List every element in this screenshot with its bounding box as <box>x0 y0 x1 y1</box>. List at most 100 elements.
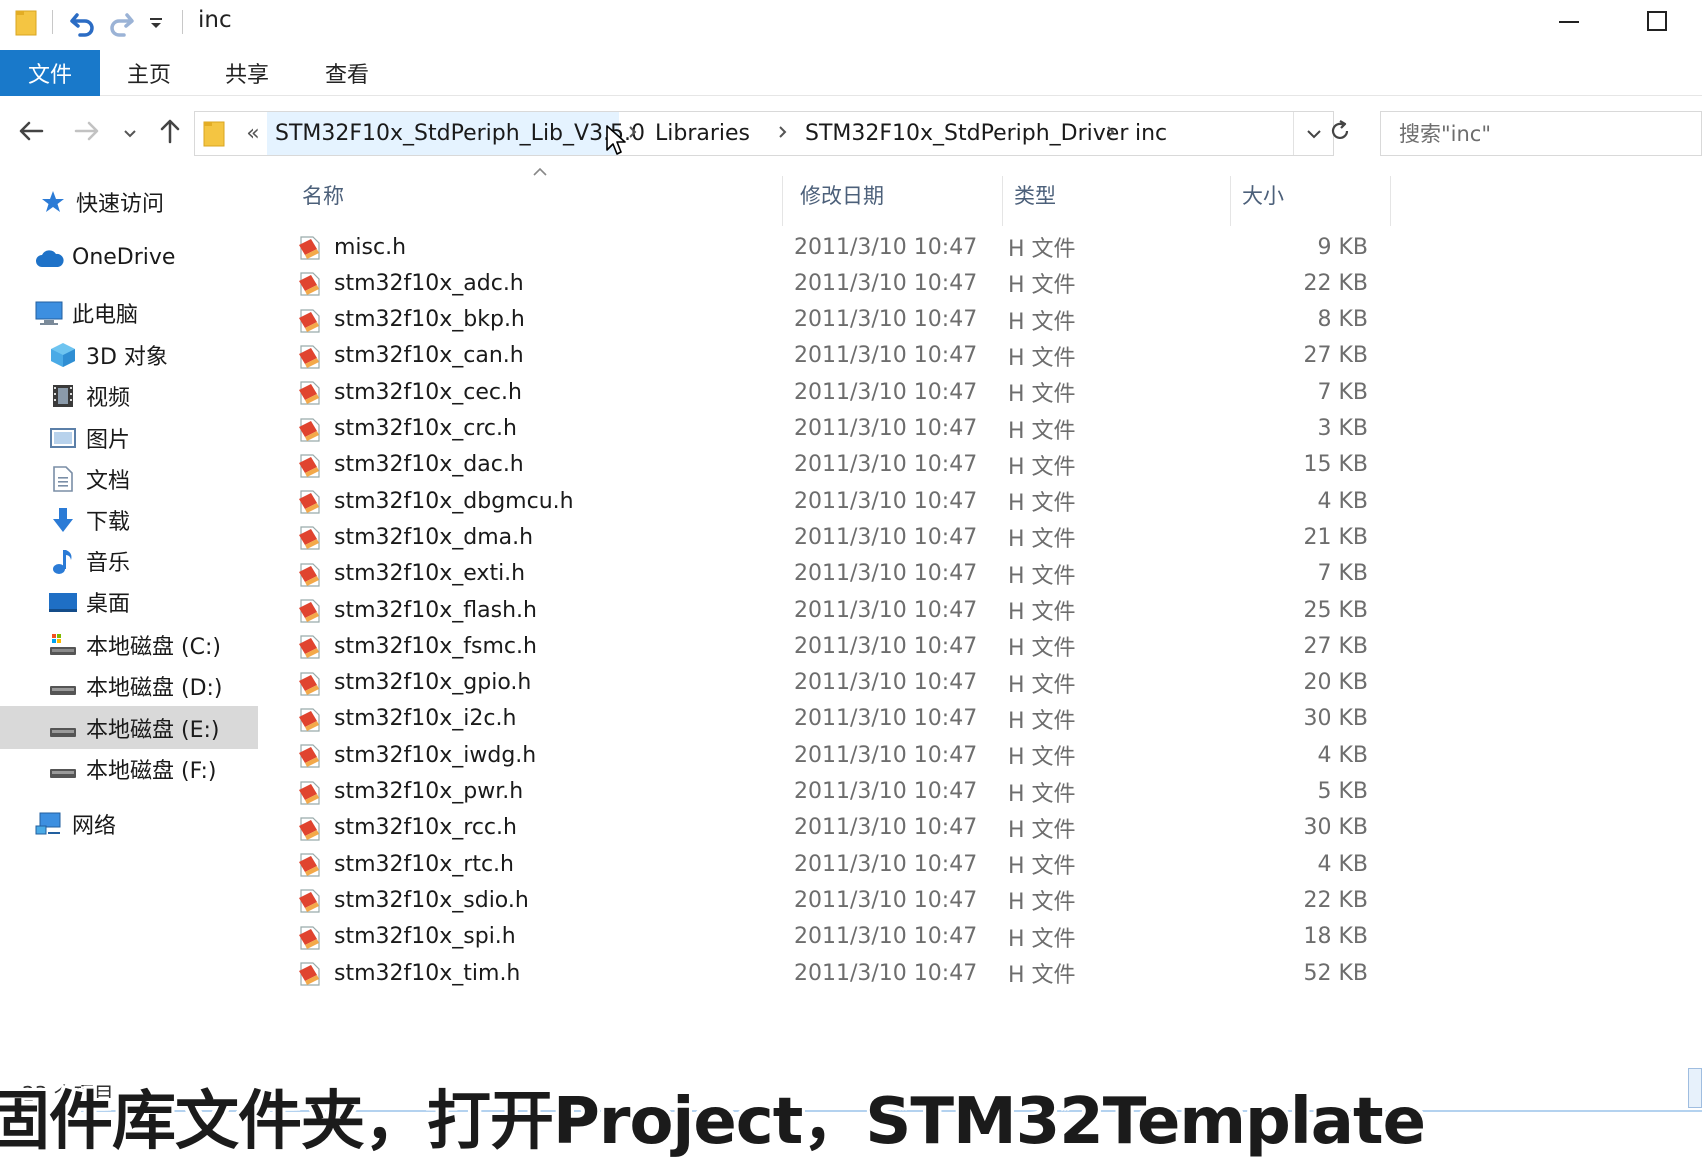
nav-onedrive[interactable]: OneDrive <box>0 236 258 279</box>
column-divider[interactable] <box>1002 176 1003 226</box>
file-row[interactable]: stm32f10x_can.h 2011/3/10 10:47 H 文件 27 KB <box>288 337 1390 375</box>
file-name: stm32f10x_exti.h <box>334 561 526 587</box>
back-button[interactable] <box>10 112 52 154</box>
nav-documents[interactable]: 文档 <box>0 457 258 500</box>
column-divider[interactable] <box>1230 176 1231 226</box>
forward-button[interactable] <box>66 112 108 154</box>
file-row[interactable]: stm32f10x_flash.h 2011/3/10 10:47 H 文件 25 K… <box>288 591 1390 629</box>
file-row[interactable]: stm32f10x_rtc.h 2011/3/10 10:47 H 文件 4 KB <box>288 845 1390 883</box>
maximize-icon <box>1646 10 1668 36</box>
file-name: stm32f10x_dma.h <box>334 524 534 550</box>
nav-drive-e[interactable]: 本地磁盘 (E:) <box>0 706 258 749</box>
nav-this-pc[interactable]: 此电脑 <box>0 291 258 334</box>
nav-quick-access[interactable]: 快速访问 <box>0 180 258 223</box>
column-divider[interactable] <box>782 176 783 226</box>
file-name-cell: stm32f10x_fsmc.h <box>296 627 537 665</box>
search-input[interactable] <box>1380 111 1702 156</box>
file-name: stm32f10x_i2c.h <box>334 706 517 732</box>
up-button[interactable] <box>150 112 190 154</box>
tab-home[interactable]: 主页 <box>116 50 182 96</box>
customize-toolbar-icon[interactable] <box>144 6 168 40</box>
header-file-icon <box>296 377 324 407</box>
minimize-button[interactable] <box>1524 0 1614 46</box>
nav-label: 图片 <box>86 427 131 453</box>
crumb-libraries[interactable]: Libraries <box>655 112 750 155</box>
file-type: H 文件 <box>1008 854 1076 880</box>
column-divider[interactable] <box>1390 176 1391 226</box>
file-row[interactable]: stm32f10x_gpio.h 2011/3/10 10:47 H 文件 20 KB <box>288 664 1390 702</box>
nav-label: 此电脑 <box>72 302 139 328</box>
file-row[interactable]: stm32f10x_sdio.h 2011/3/10 10:47 H 文件 22 KB <box>288 881 1390 919</box>
file-row[interactable]: stm32f10x_spi.h 2011/3/10 10:47 H 文件 18 KB <box>288 918 1390 956</box>
nav-drive-d[interactable]: 本地磁盘 (D:) <box>0 664 258 707</box>
file-type: H 文件 <box>1008 273 1076 299</box>
header-file-icon <box>296 885 324 915</box>
file-size: 9 KB <box>1317 234 1368 260</box>
column-header-type[interactable]: 类型 <box>1014 172 1214 218</box>
nav-label: 视频 <box>86 385 131 411</box>
file-row[interactable]: stm32f10x_iwdg.h 2011/3/10 10:47 H 文件 4 KB <box>288 736 1390 774</box>
tab-view[interactable]: 查看 <box>314 50 380 96</box>
maximize-button[interactable] <box>1612 0 1702 46</box>
nav-label: 桌面 <box>86 591 131 617</box>
file-row[interactable]: stm32f10x_crc.h 2011/3/10 10:47 H 文件 3 KB <box>288 410 1390 448</box>
column-header-date[interactable]: 修改日期 <box>800 172 1000 218</box>
drive-icon <box>48 713 78 743</box>
redo-icon[interactable] <box>104 6 138 40</box>
address-bar[interactable]: « STM32F10x_StdPeriph_Lib_V3.5.0 Librari… <box>194 111 1334 156</box>
nav-label: 快速访问 <box>76 191 165 217</box>
file-size: 30 KB <box>1303 706 1368 732</box>
ribbon-tabs: 文件 主页 共享 查看 <box>0 50 1702 96</box>
header-file-icon <box>296 704 324 734</box>
refresh-button[interactable] <box>1318 112 1362 154</box>
file-size: 7 KB <box>1317 379 1368 405</box>
nav-drive-f[interactable]: 本地磁盘 (F:) <box>0 747 258 790</box>
cursor-icon <box>605 124 627 160</box>
file-name: stm32f10x_fsmc.h <box>334 633 537 659</box>
drive-icon <box>48 754 78 784</box>
file-row[interactable]: stm32f10x_cec.h 2011/3/10 10:47 H 文件 7 KB <box>288 373 1390 411</box>
undo-icon[interactable] <box>66 6 100 40</box>
nav-videos[interactable]: 视频 <box>0 374 258 417</box>
file-date: 2011/3/10 10:47 <box>794 561 978 587</box>
crumb-driver[interactable]: STM32F10x_StdPeriph_Driver <box>805 112 1128 155</box>
file-name-cell: stm32f10x_rtc.h <box>296 845 514 883</box>
nav-downloads[interactable]: 下载 <box>0 498 258 541</box>
file-row[interactable]: stm32f10x_fsmc.h 2011/3/10 10:47 H 文件 27 KB <box>288 627 1390 665</box>
file-row[interactable]: stm32f10x_dac.h 2011/3/10 10:47 H 文件 15 KB <box>288 446 1390 484</box>
nav-network[interactable]: 网络 <box>0 802 258 845</box>
column-header-name[interactable]: 名称 <box>302 172 762 218</box>
header-file-icon <box>296 595 324 625</box>
file-row[interactable]: stm32f10x_tim.h 2011/3/10 10:47 H 文件 52 KB <box>288 954 1390 992</box>
crumb-lib[interactable]: STM32F10x_StdPeriph_Lib_V3.5.0 <box>267 112 645 155</box>
nav-pictures[interactable]: 图片 <box>0 416 258 459</box>
file-row[interactable]: stm32f10x_bkp.h 2011/3/10 10:47 H 文件 8 KB <box>288 301 1390 339</box>
column-header-size[interactable]: 大小 <box>1242 172 1362 218</box>
file-row[interactable]: stm32f10x_i2c.h 2011/3/10 10:47 H 文件 30 KB <box>288 700 1390 738</box>
file-type: H 文件 <box>1008 636 1076 662</box>
title-separator <box>52 10 53 34</box>
crumb-inc[interactable]: inc <box>1135 112 1167 155</box>
file-row[interactable]: stm32f10x_exti.h 2011/3/10 10:47 H 文件 7 KB <box>288 555 1390 593</box>
crumb-separator[interactable] <box>769 112 797 155</box>
file-row[interactable]: stm32f10x_dbgmcu.h 2011/3/10 10:47 H 文件 4 K… <box>288 482 1390 520</box>
crumb-separator[interactable] <box>1097 112 1125 155</box>
file-row[interactable]: stm32f10x_pwr.h 2011/3/10 10:47 H 文件 5 KB <box>288 773 1390 811</box>
file-row[interactable]: stm32f10x_dma.h 2011/3/10 10:47 H 文件 21 KB <box>288 518 1390 556</box>
recent-locations-button[interactable] <box>116 112 144 154</box>
file-row[interactable]: misc.h 2011/3/10 10:47 H 文件 9 KB <box>288 228 1390 266</box>
drive-icon <box>48 671 78 701</box>
tab-share[interactable]: 共享 <box>214 50 280 96</box>
file-size: 4 KB <box>1317 851 1368 877</box>
nav-drive-c[interactable]: 本地磁盘 (C:) <box>0 623 258 666</box>
details-view-button[interactable] <box>1688 1068 1702 1108</box>
file-row[interactable]: stm32f10x_rcc.h 2011/3/10 10:47 H 文件 30 KB <box>288 809 1390 847</box>
file-name: stm32f10x_gpio.h <box>334 670 532 696</box>
folder-icon <box>12 6 42 40</box>
nav-desktop[interactable]: 桌面 <box>0 580 258 623</box>
file-row[interactable]: stm32f10x_adc.h 2011/3/10 10:47 H 文件 22 KB <box>288 264 1390 302</box>
nav-music[interactable]: 音乐 <box>0 539 258 582</box>
crumb-overflow[interactable]: « <box>241 112 265 155</box>
nav-3d-objects[interactable]: 3D 对象 <box>0 333 258 376</box>
tab-file[interactable]: 文件 <box>0 50 100 96</box>
